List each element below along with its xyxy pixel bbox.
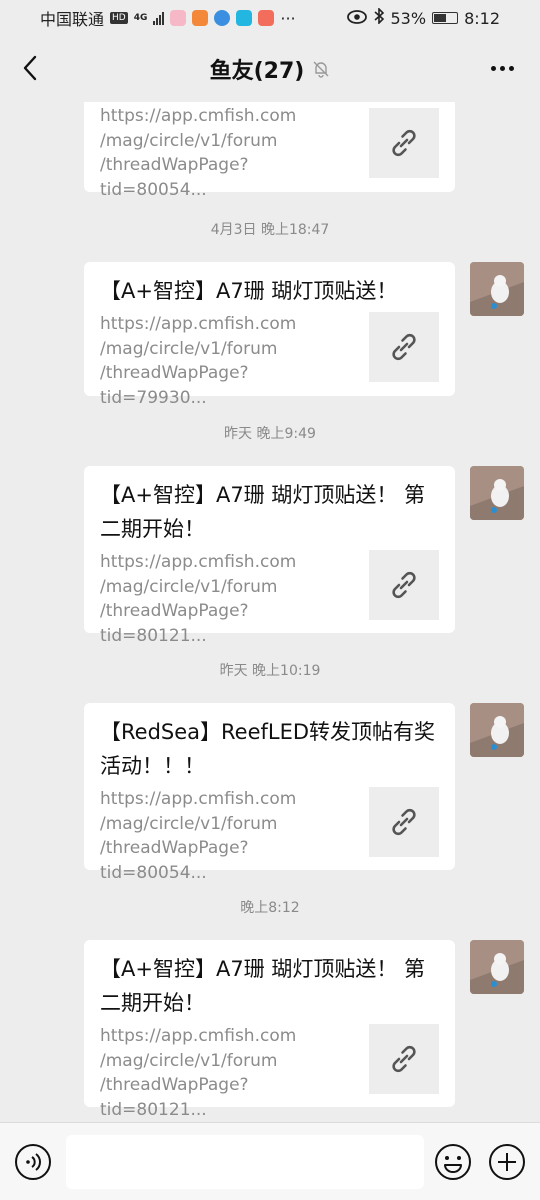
user-avatar-image: [470, 703, 524, 757]
status-time: 8:12: [464, 8, 500, 28]
link-message-bubble[interactable]: 【A+智控】A7珊 瑚灯顶贴送！ 第二期开始！ https://app.cmfi…: [84, 466, 455, 646]
link-title: 【A+智控】A7珊 瑚灯顶贴送！ 第二期开始！: [100, 957, 426, 1015]
status-bar: 中国联通 HD 4G ··· 53% 8:12: [0, 0, 540, 36]
chat-title: 鱼友(27): [210, 53, 331, 85]
link-thumbnail: [369, 312, 439, 382]
video-app-icon: [192, 10, 209, 26]
status-right: 53% 8:12: [346, 7, 500, 28]
more-actions-button[interactable]: [488, 1143, 526, 1181]
link-message-bubble[interactable]: 【RedSea】ReefLED转发顶帖有奖活动！！！ https://app.c…: [84, 703, 455, 883]
battery-icon: [432, 12, 459, 24]
chat-title-text: 鱼友(27): [209, 59, 305, 84]
link-message-bubble[interactable]: 【A+智控】A7珊 瑚灯顶贴送！ 第二期开始！ https://app.cmfi…: [84, 940, 455, 1120]
voice-input-button[interactable]: [14, 1143, 52, 1181]
more-notifications-icon: ···: [280, 8, 296, 28]
avatar[interactable]: [470, 703, 524, 757]
message-timestamp: 昨天 晚上9:49: [224, 426, 316, 442]
link-icon: [392, 333, 416, 361]
health-app-icon: [258, 10, 275, 26]
link-icon: [392, 808, 416, 836]
link-thumbnail: [369, 787, 439, 857]
status-left: 中国联通 HD 4G ···: [40, 6, 296, 30]
carrier-label: 中国联通: [40, 10, 105, 29]
hd-badge: HD: [110, 12, 128, 24]
bulb-app-icon: [236, 10, 253, 26]
link-url: https://app.cmfish.com /mag/circle/v1/fo…: [100, 314, 297, 408]
link-thumbnail: [369, 550, 439, 620]
link-title: 【A+智控】A7珊 瑚灯顶贴送！ 第二期开始！: [100, 483, 426, 541]
link-icon: [392, 571, 416, 599]
link-thumbnail: [369, 1024, 439, 1094]
browser-app-icon: [214, 10, 231, 26]
avatar[interactable]: [470, 466, 524, 520]
message-input[interactable]: [66, 1135, 424, 1189]
plus-icon: [489, 1144, 525, 1180]
more-options-button[interactable]: [484, 52, 520, 84]
bluetooth-icon: [373, 7, 385, 28]
link-title: 【RedSea】ReefLED转发顶帖有奖活动！！！: [100, 720, 436, 778]
voice-icon: [15, 1144, 51, 1180]
link-message-bubble[interactable]: https://app.cmfish.com /mag/circle/v1/fo…: [84, 102, 455, 200]
battery-percent: 53%: [390, 8, 427, 28]
message-timestamp: 4月3日 晚上18:47: [210, 222, 330, 238]
link-url: https://app.cmfish.com /mag/circle/v1/fo…: [100, 789, 297, 883]
emoji-icon: [435, 1144, 471, 1180]
user-avatar-image: [470, 940, 524, 994]
link-title: 【A+智控】A7珊 瑚灯顶贴送！: [100, 279, 398, 303]
chat-message-list[interactable]: https://app.cmfish.com /mag/circle/v1/fo…: [0, 102, 540, 1122]
eye-icon: [346, 9, 367, 28]
link-url: https://app.cmfish.com /mag/circle/v1/fo…: [100, 106, 297, 200]
user-avatar-image: [470, 262, 524, 316]
bell-off-icon: [313, 61, 329, 78]
link-thumbnail: [369, 108, 439, 178]
chevron-left-icon: [23, 55, 37, 81]
app-notification-icon: [170, 10, 187, 26]
signal-icon: [153, 11, 165, 25]
link-icon: [392, 129, 416, 157]
link-message-bubble[interactable]: 【A+智控】A7珊 瑚灯顶贴送！ https://app.cmfish.com …: [84, 262, 455, 408]
message-timestamp: 晚上8:12: [240, 900, 300, 916]
emoji-button[interactable]: [434, 1143, 472, 1181]
nav-bar: 鱼友(27): [0, 36, 540, 102]
avatar[interactable]: [470, 940, 524, 994]
back-button[interactable]: [14, 52, 46, 84]
user-avatar-image: [470, 466, 524, 520]
link-url: https://app.cmfish.com /mag/circle/v1/fo…: [100, 1026, 297, 1120]
link-url: https://app.cmfish.com /mag/circle/v1/fo…: [100, 552, 297, 646]
message-timestamp: 昨天 晚上10:19: [219, 663, 321, 679]
avatar[interactable]: [470, 262, 524, 316]
link-icon: [392, 1045, 416, 1073]
network-type-label: 4G: [133, 13, 148, 23]
input-bar: [0, 1122, 540, 1200]
